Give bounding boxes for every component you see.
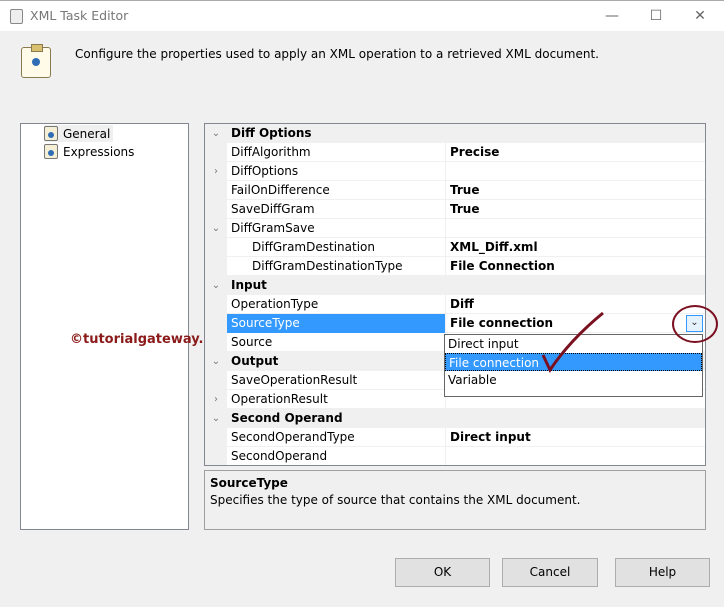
annotation-circle <box>672 305 718 343</box>
collapse-icon[interactable]: ⌄ <box>205 219 227 238</box>
category-row[interactable]: ⌄ Input <box>205 276 705 295</box>
property-value[interactable]: True <box>446 200 705 219</box>
property-row[interactable]: ⌄ DiffGramSave <box>205 219 705 238</box>
property-label: SourceType <box>227 314 446 333</box>
property-row[interactable]: SecondOperand <box>205 447 705 465</box>
help-button[interactable]: Help <box>615 558 710 587</box>
property-label: OperationType <box>227 295 446 314</box>
collapse-icon[interactable]: ⌄ <box>205 409 227 428</box>
app-icon <box>10 9 23 24</box>
property-label: SecondOperandType <box>227 428 446 447</box>
title-bar: XML Task Editor — ☐ ✕ <box>0 0 724 31</box>
property-label: DiffGramDestination <box>227 238 446 257</box>
close-button[interactable]: ✕ <box>686 5 714 27</box>
ok-button[interactable]: OK <box>395 558 490 587</box>
page-list <box>20 123 189 530</box>
property-value[interactable] <box>446 219 705 238</box>
property-label: DiffAlgorithm <box>227 143 446 162</box>
row-gutter <box>205 371 227 390</box>
property-grid: ⌄ Diff Options DiffAlgorithm Precise › DiffOp… <box>204 123 706 466</box>
expand-icon[interactable]: › <box>205 162 227 181</box>
row-gutter <box>205 257 227 276</box>
property-row[interactable]: DiffAlgorithm Precise <box>205 143 705 162</box>
property-value[interactable]: Precise <box>446 143 705 162</box>
property-label: DiffGramDestinationType <box>227 257 446 276</box>
row-gutter <box>205 143 227 162</box>
property-value[interactable]: True <box>446 181 705 200</box>
row-gutter <box>205 181 227 200</box>
minimize-button[interactable]: — <box>598 5 626 27</box>
property-value[interactable]: File Connection <box>446 257 705 276</box>
property-value[interactable]: XML_Diff.xml <box>446 238 705 257</box>
row-gutter <box>205 428 227 447</box>
row-gutter <box>205 238 227 257</box>
property-value[interactable] <box>446 447 705 465</box>
property-row[interactable]: FailOnDifference True <box>205 181 705 200</box>
nav-item-expressions[interactable]: Expressions <box>44 143 137 160</box>
property-label: Input <box>227 276 446 295</box>
property-label: DiffGramSave <box>227 219 446 238</box>
expand-icon[interactable]: › <box>205 390 227 409</box>
property-label: SecondOperand <box>227 447 446 465</box>
description-text: Specifies the type of source that contai… <box>210 493 581 507</box>
property-label: OperationResult <box>227 390 446 409</box>
row-gutter <box>205 295 227 314</box>
xml-task-icon <box>21 44 51 78</box>
category-row[interactable]: ⌄ Second Operand <box>205 409 705 428</box>
property-label: Second Operand <box>227 409 446 428</box>
property-row[interactable]: SourceType File connection ⌄ <box>205 314 705 333</box>
maximize-button[interactable]: ☐ <box>642 5 670 27</box>
annotation-checkmark <box>541 311 604 374</box>
property-label: SaveDiffGram <box>227 200 446 219</box>
property-value[interactable] <box>446 162 705 181</box>
property-label: DiffOptions <box>227 162 446 181</box>
nav-label: General <box>63 126 111 141</box>
description-title: SourceType <box>210 476 288 490</box>
page-icon <box>44 144 58 159</box>
collapse-icon[interactable]: ⌄ <box>205 276 227 295</box>
property-label: FailOnDifference <box>227 181 446 200</box>
row-gutter <box>205 447 227 465</box>
collapse-icon[interactable]: ⌄ <box>205 352 227 371</box>
row-gutter <box>205 333 227 352</box>
property-row[interactable]: OperationType Diff <box>205 295 705 314</box>
property-label: Diff Options <box>227 124 446 143</box>
property-label: Source <box>227 333 446 352</box>
property-row[interactable]: DiffGramDestinationType File Connection <box>205 257 705 276</box>
collapse-icon[interactable]: ⌄ <box>205 124 227 143</box>
description-panel: SourceType Specifies the type of source … <box>204 470 706 530</box>
page-icon <box>44 126 58 141</box>
cancel-button[interactable]: Cancel <box>502 558 598 587</box>
window-title: XML Task Editor <box>30 8 129 23</box>
property-label: SaveOperationResult <box>227 371 446 390</box>
row-gutter <box>205 200 227 219</box>
property-row[interactable]: SecondOperandType Direct input <box>205 428 705 447</box>
property-row[interactable]: DiffGramDestination XML_Diff.xml <box>205 238 705 257</box>
property-row[interactable]: SaveDiffGram True <box>205 200 705 219</box>
row-gutter <box>205 314 227 333</box>
header-description: Configure the properties used to apply a… <box>75 47 599 61</box>
nav-item-general[interactable]: General <box>44 125 114 142</box>
nav-label: Expressions <box>63 144 135 159</box>
category-row[interactable]: ⌄ Diff Options <box>205 124 705 143</box>
property-row[interactable]: › DiffOptions <box>205 162 705 181</box>
property-value[interactable]: Direct input <box>446 428 705 447</box>
property-label: Output <box>227 352 446 371</box>
